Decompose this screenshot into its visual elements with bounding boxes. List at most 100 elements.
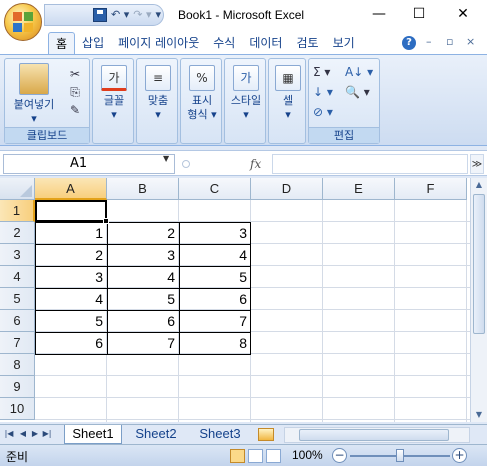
row-header-10[interactable]: 10 xyxy=(0,398,35,420)
cell-a3[interactable]: 2 xyxy=(35,244,107,266)
cells-button[interactable]: ▦ 셀 ▾ xyxy=(271,65,305,122)
cell-b4[interactable]: 4 xyxy=(107,266,179,288)
scroll-down-icon[interactable]: ▼ xyxy=(472,408,486,422)
column-header-a[interactable]: A xyxy=(35,178,107,200)
cell-b7[interactable]: 7 xyxy=(107,332,179,354)
insert-function-icon[interactable]: fx xyxy=(250,154,261,174)
row-header-7[interactable]: 7 xyxy=(0,332,35,354)
zoom-slider-thumb[interactable] xyxy=(396,449,404,462)
cell-c4[interactable]: 5 xyxy=(179,266,251,288)
tab-insert[interactable]: 삽입 xyxy=(75,32,111,54)
cell-c3[interactable]: 4 xyxy=(179,244,251,266)
cell-a7[interactable]: 6 xyxy=(35,332,107,354)
paste-button[interactable]: 붙여넣기 ▾ xyxy=(9,63,59,126)
page-layout-view-icon[interactable] xyxy=(248,449,263,463)
row-header-8[interactable]: 8 xyxy=(0,354,35,376)
tab-home[interactable]: 홈 xyxy=(48,32,76,54)
normal-view-icon[interactable] xyxy=(230,449,245,463)
tab-data[interactable]: 데이터 xyxy=(242,32,289,54)
cell-b5[interactable]: 5 xyxy=(107,288,179,310)
office-button[interactable] xyxy=(4,3,42,41)
find-select-button[interactable]: 🔍 ▾ xyxy=(345,85,379,99)
fill-button[interactable]: ↓ ▾ xyxy=(313,85,343,99)
qat-customize-button[interactable]: ▾ xyxy=(156,8,162,22)
cut-icon[interactable]: ✂ xyxy=(67,67,83,81)
gridline-vertical xyxy=(466,200,467,422)
help-icon[interactable]: ? xyxy=(402,36,416,50)
row-header-3[interactable]: 3 xyxy=(0,244,35,266)
format-painter-icon[interactable]: ✎ xyxy=(67,103,83,117)
tab-review[interactable]: 검토 xyxy=(289,32,325,54)
expand-formula-bar-button[interactable]: ≫ xyxy=(470,154,484,174)
row-header-4[interactable]: 4 xyxy=(0,266,35,288)
horizontal-scrollbar[interactable] xyxy=(284,427,470,443)
ribbon-minimize-button[interactable]: – xyxy=(426,35,432,48)
row-header-9[interactable]: 9 xyxy=(0,376,35,398)
cell-c7[interactable]: 8 xyxy=(179,332,251,354)
cell-a6[interactable]: 5 xyxy=(35,310,107,332)
fill-handle[interactable] xyxy=(103,218,109,224)
zoom-level[interactable]: 100% xyxy=(292,448,323,462)
save-icon[interactable] xyxy=(93,8,107,22)
undo-button[interactable]: ↶ ▾ xyxy=(111,8,129,22)
next-sheet-icon[interactable]: ▶ xyxy=(30,427,40,441)
zoom-out-icon[interactable]: − xyxy=(332,448,347,463)
ribbon-restore-button[interactable]: ▫ xyxy=(446,35,453,48)
cell-c5[interactable]: 6 xyxy=(179,288,251,310)
prev-sheet-icon[interactable]: ◀ xyxy=(18,427,28,441)
cell-a4[interactable]: 3 xyxy=(35,266,107,288)
name-box-dropdown-icon[interactable]: ▼ xyxy=(163,154,169,163)
styles-button[interactable]: 가 스타일 ▾ xyxy=(227,65,265,122)
clear-button[interactable]: ⊘ ▾ xyxy=(313,105,343,119)
first-sheet-icon[interactable]: |◀ xyxy=(4,427,14,441)
worksheet-grid[interactable]: ABCDEF 1 2 3 4 5 6 7 8 9 10 123234345456567678 xyxy=(0,178,470,422)
number-format-button[interactable]: % 표시 형식 ▾ xyxy=(183,65,221,122)
sheet-tab-sheet2[interactable]: Sheet2 xyxy=(126,425,186,444)
close-button[interactable]: ✕ xyxy=(448,4,478,24)
horizontal-scroll-thumb[interactable] xyxy=(299,429,449,441)
column-header-d[interactable]: D xyxy=(251,178,323,200)
formula-cancel-icon[interactable] xyxy=(182,160,190,168)
column-header-b[interactable]: B xyxy=(107,178,179,200)
maximize-button[interactable]: ☐ xyxy=(404,4,434,24)
alignment-button[interactable]: ≡ 맞춤 ▾ xyxy=(141,65,175,122)
cell-b2[interactable]: 2 xyxy=(107,222,179,244)
copy-icon[interactable]: ⎘ xyxy=(67,85,83,99)
cell-a5[interactable]: 4 xyxy=(35,288,107,310)
insert-sheet-icon[interactable] xyxy=(258,428,274,441)
vertical-scroll-thumb[interactable] xyxy=(473,194,485,334)
last-sheet-icon[interactable]: ▶| xyxy=(42,427,52,441)
row-header-5[interactable]: 5 xyxy=(0,288,35,310)
column-header-f[interactable]: F xyxy=(395,178,467,200)
row-header-1[interactable]: 1 xyxy=(0,200,35,222)
vertical-scrollbar[interactable]: ▲ ▼ xyxy=(470,178,487,422)
name-box[interactable]: A1 xyxy=(3,154,175,174)
tab-view[interactable]: 보기 xyxy=(326,32,362,54)
formula-input[interactable] xyxy=(272,154,468,174)
page-break-preview-icon[interactable] xyxy=(266,449,281,463)
sort-filter-button[interactable]: A↓ ▾ xyxy=(345,65,379,79)
font-button[interactable]: 가 글꼴 ▾ xyxy=(97,65,131,122)
zoom-in-icon[interactable]: + xyxy=(452,448,467,463)
scroll-up-icon[interactable]: ▲ xyxy=(472,178,486,192)
ribbon-close-button[interactable]: × xyxy=(466,35,475,48)
select-all-button[interactable] xyxy=(0,178,35,200)
column-header-e[interactable]: E xyxy=(323,178,395,200)
row-header-2[interactable]: 2 xyxy=(0,222,35,244)
sheet-tab-sheet3[interactable]: Sheet3 xyxy=(190,425,250,444)
cell-b6[interactable]: 6 xyxy=(107,310,179,332)
excel-window: ↶ ▾ ↷ ▾ ▾ Book1 - Microsoft Excel — ☐ ✕ … xyxy=(0,0,487,466)
cell-b3[interactable]: 3 xyxy=(107,244,179,266)
cell-c2[interactable]: 3 xyxy=(179,222,251,244)
active-cell-a1[interactable] xyxy=(35,200,107,222)
row-header-6[interactable]: 6 xyxy=(0,310,35,332)
minimize-button[interactable]: — xyxy=(364,4,394,24)
redo-button[interactable]: ↷ ▾ xyxy=(133,8,151,22)
tab-formulas[interactable]: 수식 xyxy=(206,32,242,54)
sheet-tab-sheet1[interactable]: Sheet1 xyxy=(64,425,122,444)
cell-a2[interactable]: 1 xyxy=(35,222,107,244)
autosum-button[interactable]: Σ ▾ xyxy=(313,65,343,79)
cell-c6[interactable]: 7 xyxy=(179,310,251,332)
column-header-c[interactable]: C xyxy=(179,178,251,200)
tab-page-layout[interactable]: 페이지 레이아웃 xyxy=(111,32,206,54)
